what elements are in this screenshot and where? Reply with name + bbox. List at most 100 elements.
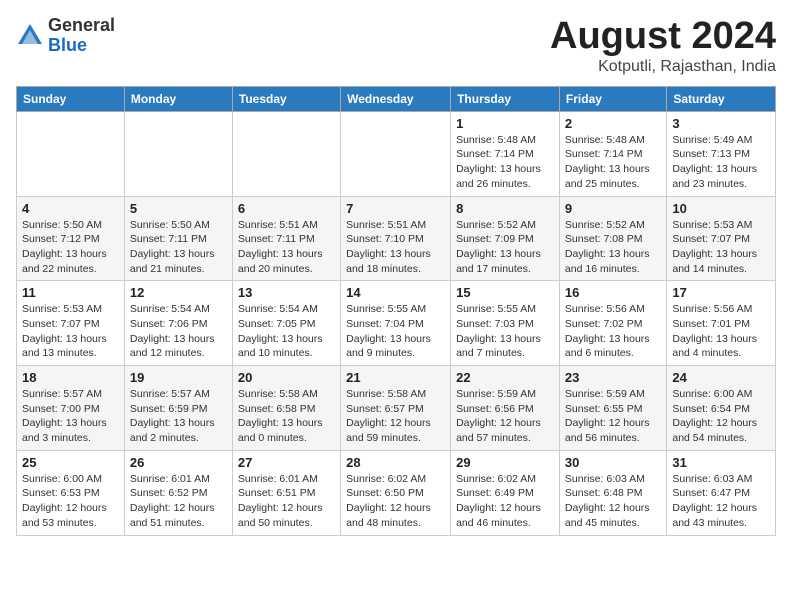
calendar-cell: 8 Sunrise: 5:52 AM Sunset: 7:09 PM Daylig… xyxy=(451,196,560,281)
day-number: 27 xyxy=(238,455,335,470)
calendar-cell: 9 Sunrise: 5:52 AM Sunset: 7:08 PM Daylig… xyxy=(559,196,666,281)
calendar-cell: 28Sunrise: 6:02 AM Sunset: 6:50 PM Dayli… xyxy=(341,450,451,535)
day-number: 22 xyxy=(456,370,554,385)
day-number: 29 xyxy=(456,455,554,470)
day-info: Sunrise: 5:52 AM Sunset: 7:08 PM Dayligh… xyxy=(565,218,661,277)
day-info: Sunrise: 5:54 AM Sunset: 7:06 PM Dayligh… xyxy=(130,302,227,361)
day-number: 17 xyxy=(672,285,770,300)
day-info: Sunrise: 5:57 AM Sunset: 6:59 PM Dayligh… xyxy=(130,387,227,446)
day-info: Sunrise: 5:57 AM Sunset: 7:00 PM Dayligh… xyxy=(22,387,119,446)
calendar-cell: 1Sunrise: 5:48 AM Sunset: 7:14 PM Daylig… xyxy=(451,111,560,196)
day-info: Sunrise: 5:50 AM Sunset: 7:12 PM Dayligh… xyxy=(22,218,119,277)
calendar-cell xyxy=(17,111,125,196)
day-number: 12 xyxy=(130,285,227,300)
calendar-cell: 21 Sunrise: 5:58 AM Sunset: 6:57 PM Dayli… xyxy=(341,366,451,451)
day-info: Sunrise: 5:52 AM Sunset: 7:09 PM Dayligh… xyxy=(456,218,554,277)
calendar-cell: 27Sunrise: 6:01 AM Sunset: 6:51 PM Dayli… xyxy=(232,450,340,535)
logo: General Blue xyxy=(16,16,115,56)
day-info: Sunrise: 5:54 AM Sunset: 7:05 PM Dayligh… xyxy=(238,302,335,361)
day-info: Sunrise: 5:53 AM Sunset: 7:07 PM Dayligh… xyxy=(22,302,119,361)
day-number: 1 xyxy=(456,116,554,131)
calendar-cell: 26 Sunrise: 6:01 AM Sunset: 6:52 PM Dayli… xyxy=(124,450,232,535)
day-info: Sunrise: 6:01 AM Sunset: 6:52 PM Dayligh… xyxy=(130,472,227,531)
day-info: Sunrise: 5:50 AM Sunset: 7:11 PM Dayligh… xyxy=(130,218,227,277)
day-number: 24 xyxy=(672,370,770,385)
day-number: 11 xyxy=(22,285,119,300)
day-info: Sunrise: 5:48 AM Sunset: 7:14 PM Dayligh… xyxy=(565,133,661,192)
day-number: 23 xyxy=(565,370,661,385)
calendar-cell: 24 Sunrise: 6:00 AM Sunset: 6:54 PM Dayli… xyxy=(667,366,776,451)
day-number: 26 xyxy=(130,455,227,470)
day-info: Sunrise: 5:58 AM Sunset: 6:57 PM Dayligh… xyxy=(346,387,445,446)
day-info: Sunrise: 5:56 AM Sunset: 7:01 PM Dayligh… xyxy=(672,302,770,361)
calendar-week-4: 18 Sunrise: 5:57 AM Sunset: 7:00 PM Dayli… xyxy=(17,366,776,451)
col-monday: Monday xyxy=(124,86,232,111)
day-number: 31 xyxy=(672,455,770,470)
day-info: Sunrise: 6:00 AM Sunset: 6:54 PM Dayligh… xyxy=(672,387,770,446)
logo-general: General xyxy=(48,16,115,36)
day-info: Sunrise: 6:03 AM Sunset: 6:47 PM Dayligh… xyxy=(672,472,770,531)
calendar-cell: 20 Sunrise: 5:58 AM Sunset: 6:58 PM Dayli… xyxy=(232,366,340,451)
day-number: 3 xyxy=(672,116,770,131)
calendar-cell: 4 Sunrise: 5:50 AM Sunset: 7:12 PM Daylig… xyxy=(17,196,125,281)
calendar-cell: 10 Sunrise: 5:53 AM Sunset: 7:07 PM Dayli… xyxy=(667,196,776,281)
day-info: Sunrise: 5:49 AM Sunset: 7:13 PM Dayligh… xyxy=(672,133,770,192)
day-number: 30 xyxy=(565,455,661,470)
page-header: General Blue August 2024 Kotputli, Rajas… xyxy=(16,16,776,76)
day-info: Sunrise: 6:03 AM Sunset: 6:48 PM Dayligh… xyxy=(565,472,661,531)
calendar-header: Sunday Monday Tuesday Wednesday Thursday… xyxy=(17,86,776,111)
calendar-cell: 2 Sunrise: 5:48 AM Sunset: 7:14 PM Daylig… xyxy=(559,111,666,196)
day-info: Sunrise: 5:55 AM Sunset: 7:04 PM Dayligh… xyxy=(346,302,445,361)
location: Kotputli, Rajasthan, India xyxy=(550,58,776,76)
title-block: August 2024 Kotputli, Rajasthan, India xyxy=(550,16,776,76)
calendar-cell: 16 Sunrise: 5:56 AM Sunset: 7:02 PM Dayli… xyxy=(559,281,666,366)
calendar-cell: 13Sunrise: 5:54 AM Sunset: 7:05 PM Dayli… xyxy=(232,281,340,366)
day-number: 6 xyxy=(238,201,335,216)
calendar-table: Sunday Monday Tuesday Wednesday Thursday… xyxy=(16,86,776,536)
month-title: August 2024 xyxy=(550,16,776,58)
day-number: 8 xyxy=(456,201,554,216)
day-info: Sunrise: 5:58 AM Sunset: 6:58 PM Dayligh… xyxy=(238,387,335,446)
logo-text: General Blue xyxy=(48,16,115,56)
day-number: 19 xyxy=(130,370,227,385)
calendar-cell: 31 Sunrise: 6:03 AM Sunset: 6:47 PM Dayli… xyxy=(667,450,776,535)
day-info: Sunrise: 5:53 AM Sunset: 7:07 PM Dayligh… xyxy=(672,218,770,277)
day-number: 18 xyxy=(22,370,119,385)
calendar-cell: 17 Sunrise: 5:56 AM Sunset: 7:01 PM Dayli… xyxy=(667,281,776,366)
col-friday: Friday xyxy=(559,86,666,111)
calendar-cell: 7Sunrise: 5:51 AM Sunset: 7:10 PM Daylig… xyxy=(341,196,451,281)
day-number: 2 xyxy=(565,116,661,131)
calendar-cell xyxy=(124,111,232,196)
calendar-cell xyxy=(232,111,340,196)
calendar-cell: 15Sunrise: 5:55 AM Sunset: 7:03 PM Dayli… xyxy=(451,281,560,366)
day-number: 9 xyxy=(565,201,661,216)
day-number: 4 xyxy=(22,201,119,216)
calendar-cell: 19 Sunrise: 5:57 AM Sunset: 6:59 PM Dayli… xyxy=(124,366,232,451)
calendar-body: 1 Sunrise: 5:48 AM Sunset: 7:14 PM Daylig… xyxy=(17,111,776,535)
calendar-cell: 3 Sunrise: 5:49 AM Sunset: 7:13 PM Daylig… xyxy=(667,111,776,196)
calendar-cell: 18 Sunrise: 5:57 AM Sunset: 7:00 PM Dayli… xyxy=(17,366,125,451)
calendar-cell: 11 Sunrise: 5:53 AM Sunset: 7:07 PM Dayli… xyxy=(17,281,125,366)
day-number: 20 xyxy=(238,370,335,385)
logo-blue: Blue xyxy=(48,36,115,56)
logo-icon xyxy=(16,22,44,50)
calendar-cell xyxy=(341,111,451,196)
day-info: Sunrise: 6:00 AM Sunset: 6:53 PM Dayligh… xyxy=(22,472,119,531)
calendar-cell: 14Sunrise: 5:55 AM Sunset: 7:04 PM Dayli… xyxy=(341,281,451,366)
day-number: 5 xyxy=(130,201,227,216)
day-number: 16 xyxy=(565,285,661,300)
calendar-cell: 6Sunrise: 5:51 AM Sunset: 7:11 PM Daylig… xyxy=(232,196,340,281)
day-number: 21 xyxy=(346,370,445,385)
day-info: Sunrise: 5:55 AM Sunset: 7:03 PM Dayligh… xyxy=(456,302,554,361)
day-number: 10 xyxy=(672,201,770,216)
day-number: 28 xyxy=(346,455,445,470)
day-info: Sunrise: 5:51 AM Sunset: 7:10 PM Dayligh… xyxy=(346,218,445,277)
calendar-week-3: 11 Sunrise: 5:53 AM Sunset: 7:07 PM Dayli… xyxy=(17,281,776,366)
day-number: 25 xyxy=(22,455,119,470)
calendar-cell: 25 Sunrise: 6:00 AM Sunset: 6:53 PM Dayli… xyxy=(17,450,125,535)
calendar-cell: 30 Sunrise: 6:03 AM Sunset: 6:48 PM Dayli… xyxy=(559,450,666,535)
day-info: Sunrise: 5:56 AM Sunset: 7:02 PM Dayligh… xyxy=(565,302,661,361)
day-info: Sunrise: 5:59 AM Sunset: 6:55 PM Dayligh… xyxy=(565,387,661,446)
col-wednesday: Wednesday xyxy=(341,86,451,111)
header-row: Sunday Monday Tuesday Wednesday Thursday… xyxy=(17,86,776,111)
